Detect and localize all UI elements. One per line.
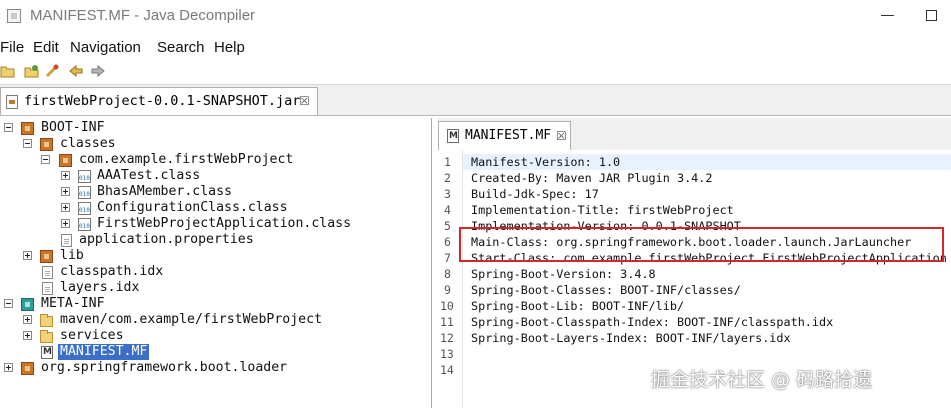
tree-item-label: classpath.idx <box>60 264 164 279</box>
file-tab-bar: MANIFEST.MF ☒ <box>438 118 951 151</box>
tree-item-label-selected: MANIFEST.MF <box>58 344 150 360</box>
tab-manifest[interactable]: MANIFEST.MF ☒ <box>438 121 571 150</box>
watermark: 掘金技术社区 @ 码路拾遗 <box>651 369 873 391</box>
tree-item-label: BOOT-INF <box>41 120 105 135</box>
expand-icon[interactable] <box>61 187 70 196</box>
code-line: Spring-Boot-Lib: BOOT-INF/lib/ <box>471 299 685 313</box>
line-number: 11 <box>440 315 454 329</box>
line-number: 13 <box>440 347 454 361</box>
tree-item-label: ConfigurationClass.class <box>97 200 288 215</box>
code-line: Build-Jdk-Spec: 17 <box>471 187 599 201</box>
tree-item-label: layers.idx <box>60 280 140 295</box>
line-number: 2 <box>444 171 451 185</box>
code-line: Spring-Boot-Version: 3.4.8 <box>471 267 656 281</box>
line-number: 8 <box>444 267 451 281</box>
menu-search[interactable]: Search <box>157 37 205 59</box>
folder-icon <box>40 330 53 343</box>
folder-icon <box>40 314 53 327</box>
class-file-icon <box>78 170 91 183</box>
code-line: Spring-Boot-Classpath-Index: BOOT-INF/cl… <box>471 315 834 329</box>
class-file-icon <box>78 218 91 231</box>
app-icon <box>7 9 21 23</box>
code-line: Spring-Boot-Classes: BOOT-INF/classes/ <box>471 283 741 297</box>
tree-item-label: classes <box>60 136 116 151</box>
tab-jar-label: firstWebProject-0.0.1-SNAPSHOT.jar <box>24 93 301 109</box>
manifest-file-icon <box>447 129 459 143</box>
expand-icon[interactable] <box>23 251 32 260</box>
collapse-icon[interactable] <box>23 139 32 148</box>
menu-navigation[interactable]: Navigation <box>70 37 141 59</box>
line-number: 1 <box>444 155 451 169</box>
line-number: 14 <box>440 363 454 377</box>
close-icon[interactable]: ☒ <box>299 94 310 108</box>
collapse-icon[interactable] <box>4 299 13 308</box>
file-icon <box>42 266 53 279</box>
package-icon <box>40 250 53 263</box>
minimize-button[interactable] <box>873 4 903 28</box>
package-icon <box>21 362 34 375</box>
line-number: 6 <box>444 235 451 249</box>
tree-item-label: lib <box>60 248 84 263</box>
expand-icon[interactable] <box>61 171 70 180</box>
menu-bar: File Edit Navigation Search Help <box>0 37 951 59</box>
line-number: 7 <box>444 251 451 265</box>
line-number: 4 <box>444 203 451 217</box>
package-tree: BOOT-INF classes com.example.firstWebPro… <box>0 118 432 408</box>
code-line: Spring-Boot-Layers-Index: BOOT-INF/layer… <box>471 331 791 345</box>
expand-icon[interactable] <box>61 219 70 228</box>
line-number: 9 <box>444 283 451 297</box>
class-file-icon <box>78 186 91 199</box>
tree-item-label: FirstWebProjectApplication.class <box>97 216 352 231</box>
search-icon[interactable] <box>44 63 60 80</box>
window-title: MANIFEST.MF - Java Decompiler <box>30 7 256 24</box>
file-icon <box>42 282 53 295</box>
tree-item-label: services <box>60 328 124 343</box>
file-icon <box>61 234 72 247</box>
back-icon[interactable] <box>68 63 84 80</box>
line-number-gutter: 1 2 3 4 5 6 7 8 9 10 11 12 13 14 <box>438 150 463 408</box>
maximize-button[interactable] <box>917 4 947 28</box>
red-highlight-box <box>459 227 944 262</box>
collapse-icon[interactable] <box>4 123 13 132</box>
tree-item-label: AAATest.class <box>97 168 201 183</box>
title-bar: MANIFEST.MF - Java Decompiler <box>0 0 951 34</box>
tab-manifest-label: MANIFEST.MF <box>465 128 552 143</box>
line-number: 5 <box>444 219 451 233</box>
code-line: Created-By: Maven JAR Plugin 3.4.2 <box>471 171 713 185</box>
expand-icon[interactable] <box>61 203 70 212</box>
class-file-icon <box>78 202 91 215</box>
menu-file[interactable]: File <box>0 37 24 59</box>
toolbar <box>0 62 951 82</box>
manifest-file-icon <box>41 346 53 359</box>
open-type-icon[interactable] <box>24 63 40 80</box>
tree-item-label: META-INF <box>41 296 105 311</box>
line-number: 3 <box>444 187 451 201</box>
collapse-icon[interactable] <box>41 155 50 164</box>
expand-icon[interactable] <box>23 331 32 340</box>
tree-item-label: BhasAMember.class <box>97 184 232 199</box>
code-line: Implementation-Title: firstWebProject <box>471 203 734 217</box>
line-number: 10 <box>440 299 454 313</box>
tree-item-label: application.properties <box>79 232 254 247</box>
expand-icon[interactable] <box>4 363 13 372</box>
jar-file-icon <box>6 95 18 109</box>
package-icon <box>40 138 53 151</box>
close-icon[interactable]: ☒ <box>556 129 567 143</box>
menu-help[interactable]: Help <box>214 37 245 59</box>
tree-item-label: org.springframework.boot.loader <box>41 360 288 375</box>
code-line: Manifest-Version: 1.0 <box>471 155 621 169</box>
tree-item-label: maven/com.example/firstWebProject <box>60 312 323 327</box>
package-icon <box>59 154 72 167</box>
open-file-icon[interactable] <box>0 63 16 80</box>
tree-item-label: com.example.firstWebProject <box>79 152 294 167</box>
package-icon <box>21 298 34 311</box>
expand-icon[interactable] <box>23 315 32 324</box>
package-icon <box>21 122 34 135</box>
editor-tab-bar: firstWebProject-0.0.1-SNAPSHOT.jar ☒ <box>0 84 951 116</box>
menu-edit[interactable]: Edit <box>33 37 59 59</box>
forward-icon[interactable] <box>90 63 106 80</box>
tab-jar-file[interactable]: firstWebProject-0.0.1-SNAPSHOT.jar ☒ <box>0 87 318 115</box>
line-number: 12 <box>440 331 454 345</box>
